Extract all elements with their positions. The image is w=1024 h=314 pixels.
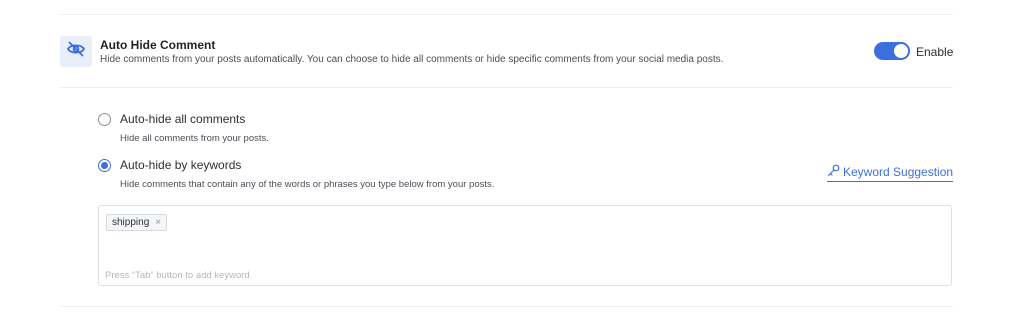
option-description-hide-by-keywords: Hide comments that contain any of the wo… <box>120 179 495 190</box>
enable-toggle[interactable] <box>874 42 910 60</box>
toggle-label: Enable <box>916 45 954 59</box>
feature-description: Hide comments from your posts automatica… <box>100 54 724 65</box>
keyword-suggestion-label: Keyword Suggestion <box>843 165 954 179</box>
option-label-hide-all[interactable]: Auto-hide all comments <box>120 112 245 126</box>
keyword-suggestion-link[interactable]: Keyword Suggestion <box>827 164 954 182</box>
feature-icon-badge <box>60 36 92 67</box>
keyword-input[interactable] <box>105 269 705 281</box>
radio-hide-by-keywords[interactable] <box>98 159 111 172</box>
option-label-hide-by-keywords[interactable]: Auto-hide by keywords <box>120 158 241 172</box>
eye-slash-icon <box>66 41 86 62</box>
toggle-knob <box>894 44 908 58</box>
key-icon <box>827 164 840 180</box>
keyword-tag: shipping × <box>106 214 168 231</box>
radio-hide-all[interactable] <box>98 113 111 126</box>
keyword-tag-text: shipping <box>112 217 150 228</box>
top-divider <box>60 14 953 15</box>
bottom-divider <box>60 306 953 307</box>
remove-keyword-icon[interactable]: × <box>155 217 161 228</box>
keyword-input-box[interactable]: shipping × <box>98 205 952 286</box>
option-description-hide-all: Hide all comments from your posts. <box>120 133 269 144</box>
feature-title: Auto Hide Comment <box>100 38 216 52</box>
section-divider <box>60 87 953 88</box>
